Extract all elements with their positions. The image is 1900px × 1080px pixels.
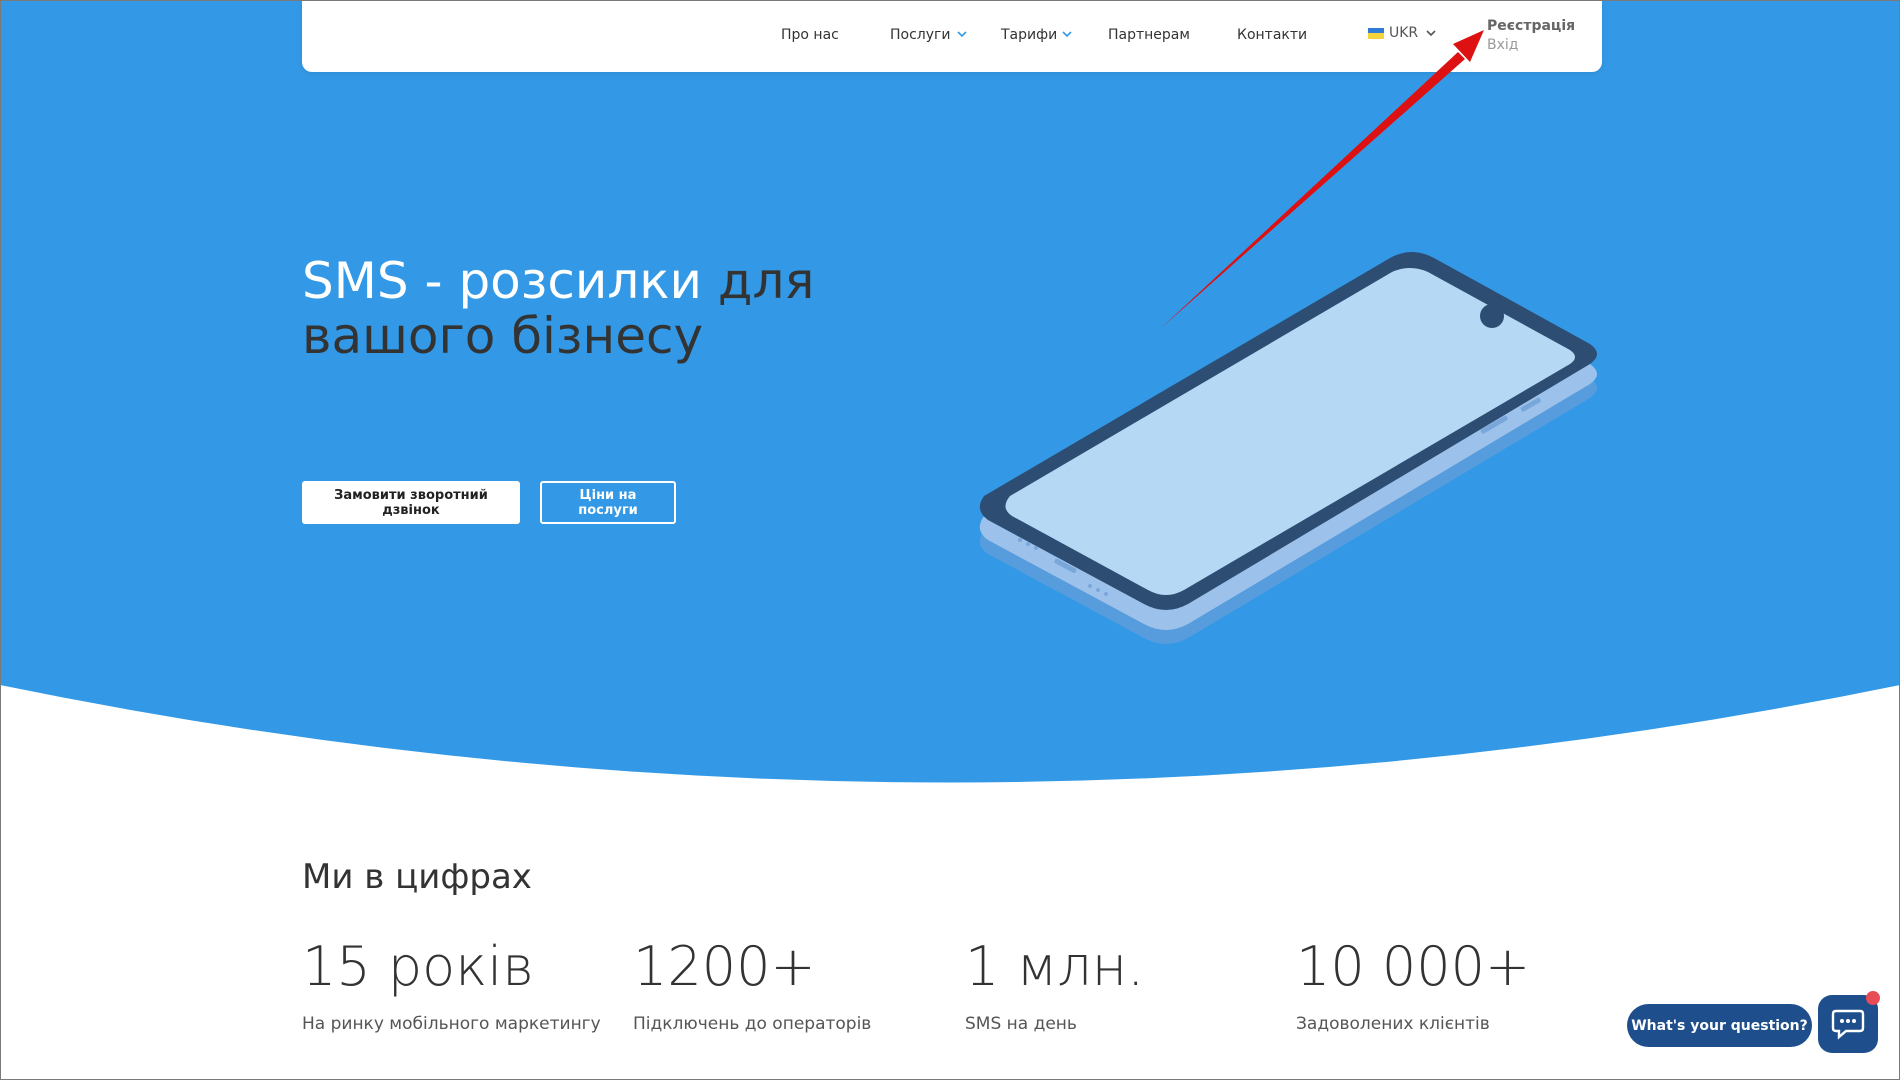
chevron-down-icon (1426, 29, 1436, 36)
hero-title: SMS - розсилки для вашого бізнесу (302, 254, 815, 364)
stat-value: 1 млн. (965, 935, 1145, 998)
ukraine-flag-icon (1368, 27, 1384, 39)
chat-prompt-bubble[interactable]: What's your question? (1627, 1004, 1812, 1047)
stats-title: Ми в цифрах (302, 857, 532, 897)
language-label: UKR (1389, 25, 1419, 41)
stat-item: 15 років На ринку мобільного маркетингу (302, 935, 601, 1034)
phone-illustration (979, 252, 1597, 644)
hero-title-part: для (717, 252, 815, 310)
stat-label: Підключень до операторів (633, 1014, 872, 1034)
nav-about[interactable]: Про нас (781, 27, 839, 43)
stat-label: На ринку мобільного маркетингу (302, 1014, 601, 1034)
notification-dot (1866, 991, 1880, 1005)
order-callback-button[interactable]: Замовити зворотний дзвінок (302, 481, 520, 524)
language-selector[interactable]: UKR (1368, 25, 1436, 41)
hero-title-part: вашого бізнесу (302, 307, 704, 365)
login-link[interactable]: Вхід (1487, 37, 1518, 53)
chevron-down-icon[interactable] (957, 31, 967, 38)
top-navbar: Про нас Послуги Тарифи Партнерам Контакт… (302, 0, 1602, 72)
service-prices-button[interactable]: Ціни на послуги (540, 481, 676, 524)
stat-label: Задоволених клієнтів (1296, 1014, 1490, 1034)
hero-title-highlight: SMS - розсилки (302, 252, 702, 310)
nav-services[interactable]: Послуги (890, 27, 950, 43)
stat-value: 10 000+ (1296, 935, 1531, 998)
stat-label: SMS на день (965, 1014, 1077, 1034)
chevron-down-icon[interactable] (1062, 31, 1072, 38)
chat-icon (1831, 1009, 1865, 1040)
stat-value: 15 років (302, 935, 534, 998)
stat-value: 1200+ (633, 935, 816, 998)
nav-tariffs[interactable]: Тарифи (1001, 27, 1057, 43)
nav-contacts[interactable]: Контакти (1237, 27, 1307, 43)
nav-partners[interactable]: Партнерам (1108, 27, 1190, 43)
stat-item: 1 млн. SMS на день (965, 935, 1144, 1034)
stat-item: 1200+ Підключень до операторів (633, 935, 871, 1034)
stat-item: 10 000+ Задоволених клієнтів (1296, 935, 1530, 1034)
register-link[interactable]: Реєстрація (1487, 18, 1575, 34)
hero-section: Про нас Послуги Тарифи Партнерам Контакт… (0, 0, 1900, 790)
